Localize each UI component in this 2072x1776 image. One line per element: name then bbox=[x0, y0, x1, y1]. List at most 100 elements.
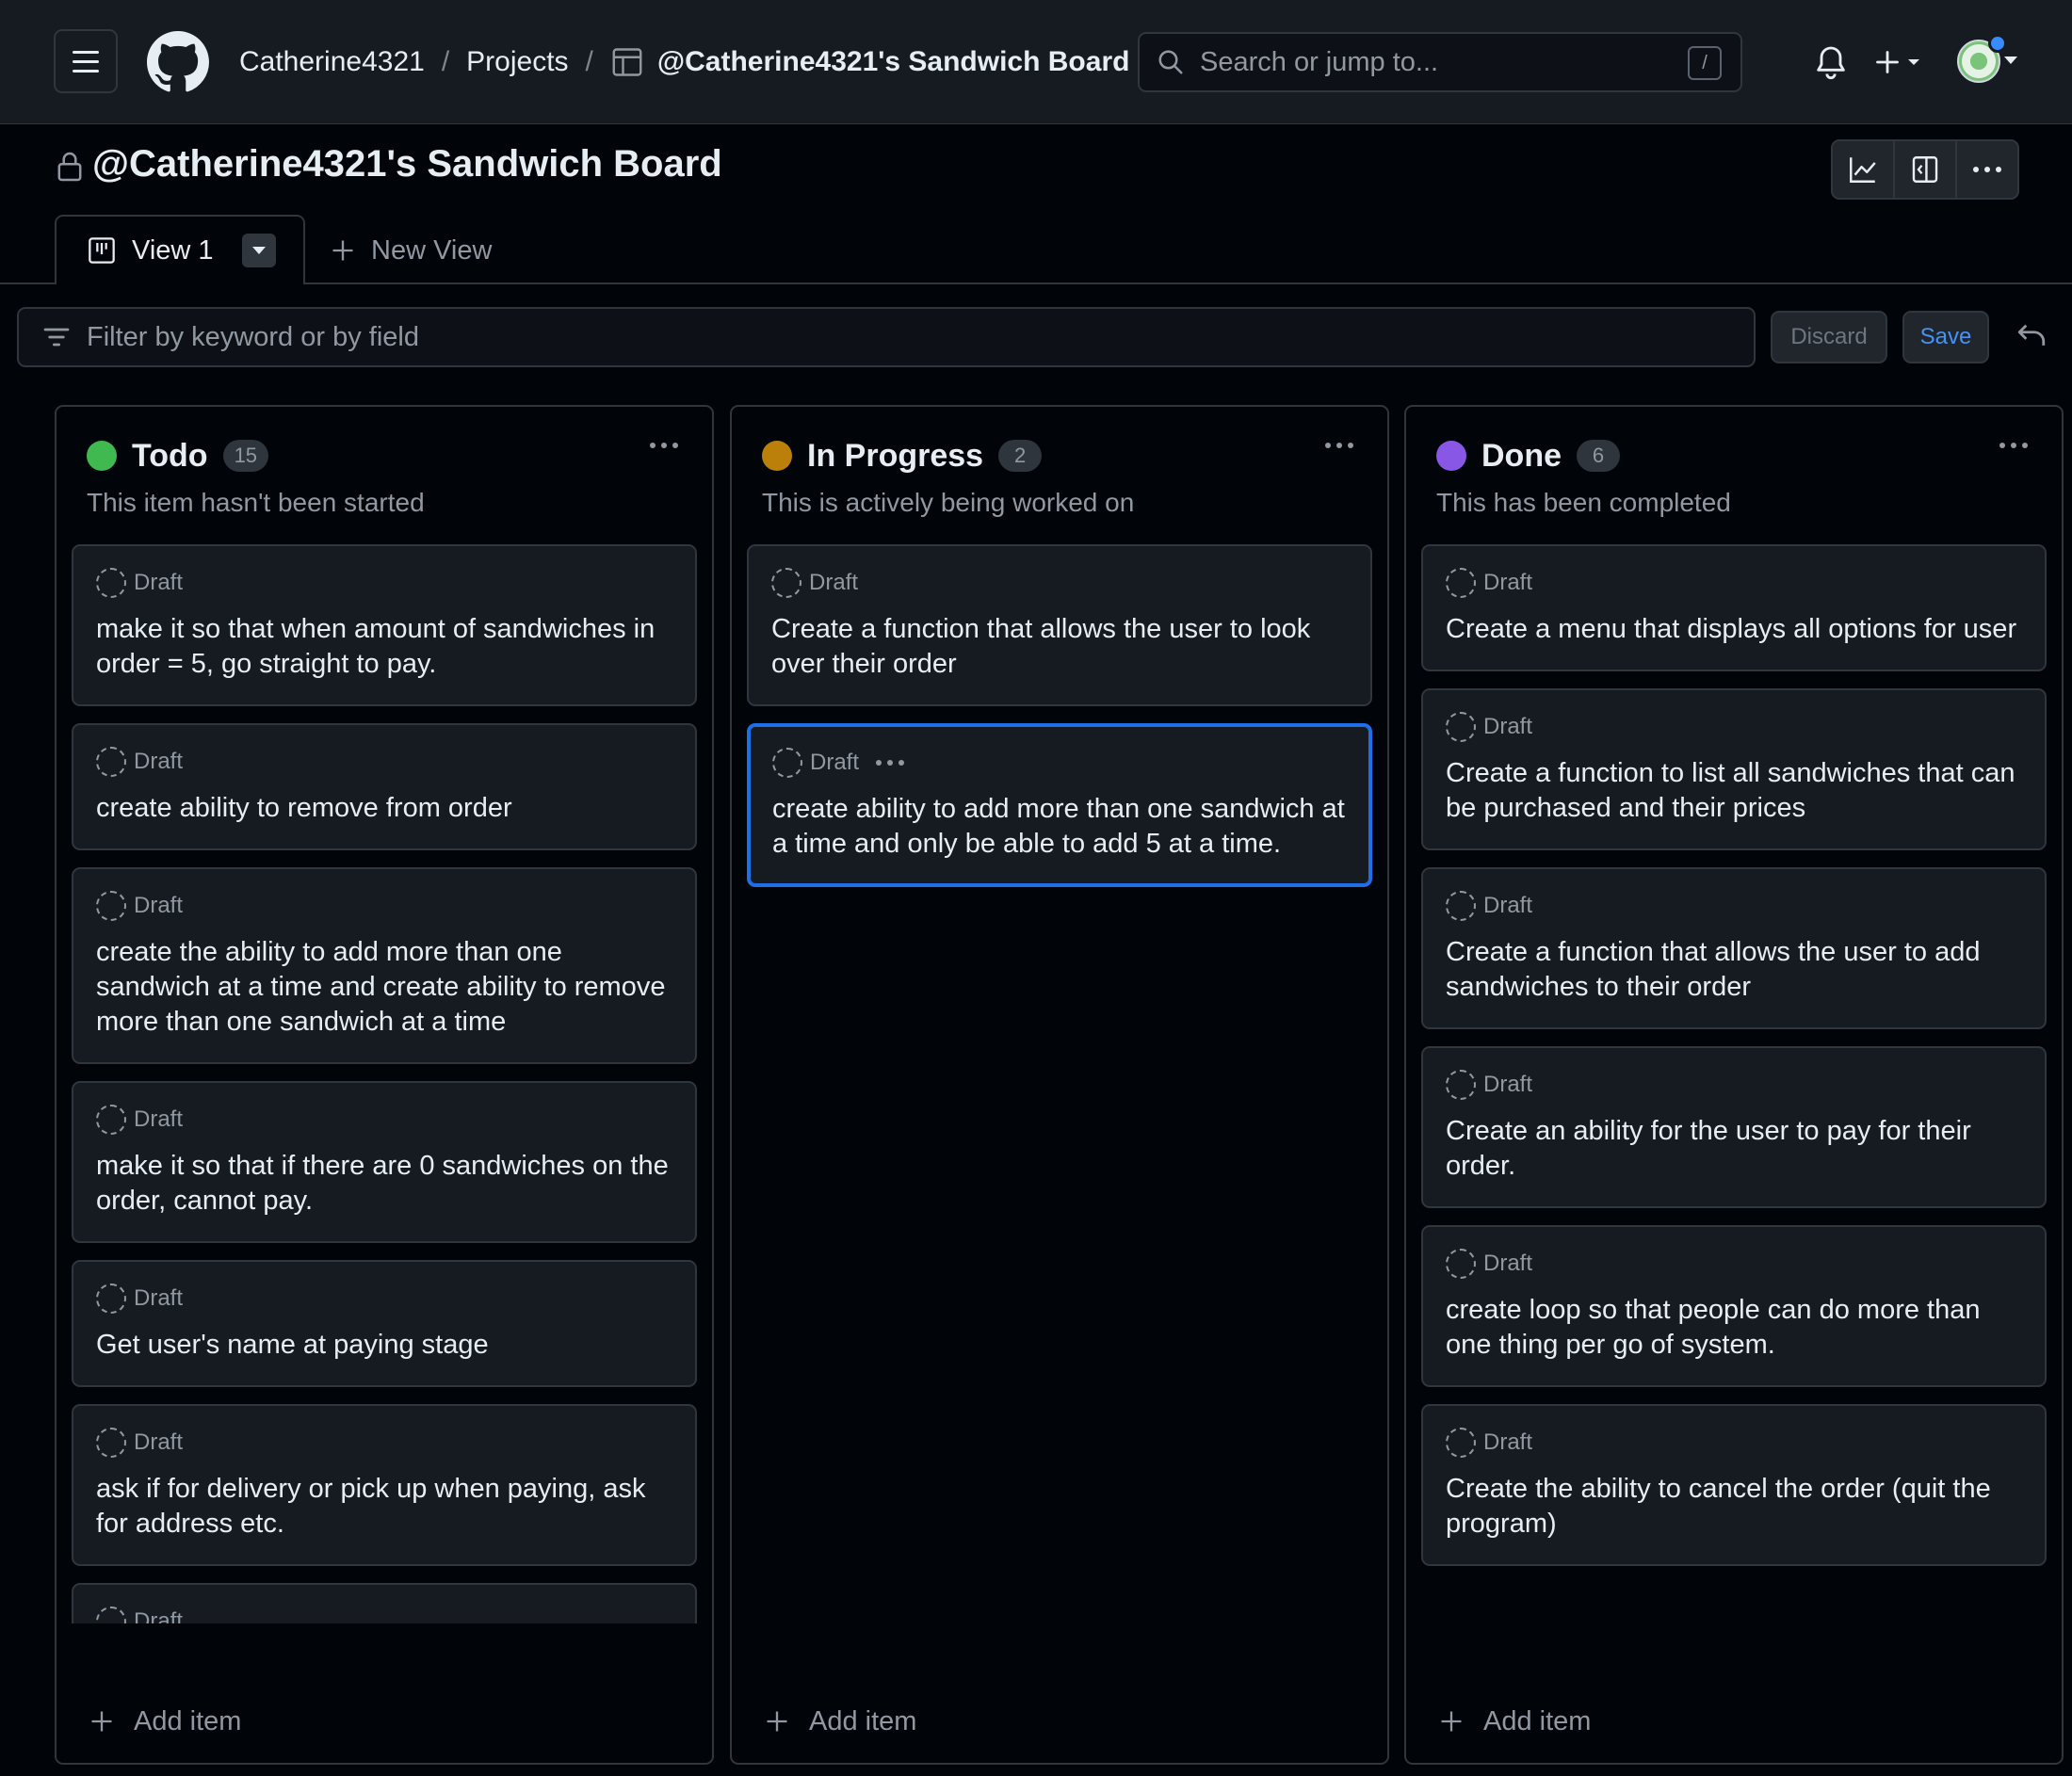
breadcrumb-owner[interactable]: Catherine4321 bbox=[239, 46, 425, 78]
draft-card[interactable]: Draft Create a function that allows the u… bbox=[1421, 867, 2047, 1029]
card-more-button[interactable] bbox=[876, 760, 905, 766]
column-description: This is actively being worked on bbox=[762, 488, 1135, 517]
draft-card[interactable]: Draft create ability to add more than one… bbox=[747, 723, 1372, 887]
card-meta: Draft bbox=[1446, 711, 2022, 743]
breadcrumb-board[interactable]: @Catherine4321's Sandwich Board bbox=[657, 46, 1130, 78]
card-meta: Draft bbox=[96, 1104, 672, 1136]
plus-icon bbox=[767, 1711, 787, 1732]
draft-circle-icon bbox=[772, 748, 802, 778]
tab-view-1[interactable]: View 1 bbox=[55, 215, 305, 284]
kebab-icon-dot bbox=[650, 443, 656, 448]
card-title[interactable]: ask if for delivery or pick up when payi… bbox=[96, 1472, 672, 1542]
column-header: Done 6 bbox=[1436, 435, 1620, 476]
search-icon bbox=[1158, 50, 1183, 74]
new-view-button[interactable]: New View bbox=[330, 230, 492, 271]
card-title[interactable]: create ability to add more than one sand… bbox=[772, 792, 1347, 862]
kebab-icon-dot bbox=[887, 760, 894, 766]
undo-icon[interactable] bbox=[2015, 320, 2048, 352]
project-actions bbox=[1831, 139, 2019, 200]
insights-button[interactable] bbox=[1833, 141, 1895, 198]
draft-card[interactable]: Draft Get user's name at paying stage bbox=[72, 1260, 697, 1387]
tabs-divider bbox=[0, 283, 2072, 284]
add-item-label: Add item bbox=[1483, 1705, 1592, 1736]
card-title[interactable]: Create the ability to cancel the order (… bbox=[1446, 1472, 2022, 1542]
column-more-button[interactable] bbox=[1999, 443, 2028, 448]
card-title[interactable]: make it so that when amount of sandwiche… bbox=[96, 612, 672, 682]
chevron-down-icon bbox=[251, 247, 266, 254]
draft-label: Draft bbox=[1483, 714, 1533, 739]
column-title: Todo bbox=[132, 437, 208, 474]
hamburger-icon-line bbox=[73, 69, 99, 73]
kebab-icon-dot bbox=[898, 760, 905, 766]
draft-card[interactable]: Draft create ability to remove from order bbox=[72, 723, 697, 850]
plus-icon bbox=[332, 240, 353, 261]
add-item-button[interactable]: Add item bbox=[1438, 1701, 1591, 1742]
card-title[interactable]: create ability to remove from order bbox=[96, 791, 672, 826]
card-meta: Draft bbox=[771, 567, 1348, 599]
create-new-button[interactable] bbox=[1874, 41, 1921, 83]
sidebar-icon bbox=[1912, 156, 1938, 183]
draft-circle-icon bbox=[771, 568, 801, 598]
draft-label: Draft bbox=[1483, 570, 1533, 595]
draft-label: Draft bbox=[134, 1285, 184, 1311]
draft-card[interactable]: Draft create loop so that people can do m… bbox=[1421, 1225, 2047, 1387]
kebab-icon-dot bbox=[1336, 443, 1342, 448]
column-title: In Progress bbox=[807, 437, 984, 474]
avatar-chevron-down-icon[interactable] bbox=[2004, 57, 2017, 64]
hamburger-menu-button[interactable] bbox=[54, 29, 118, 93]
card-title[interactable]: Create a function to list all sandwiches… bbox=[1446, 756, 2022, 826]
column-more-button[interactable] bbox=[650, 443, 678, 448]
draft-label: Draft bbox=[134, 893, 184, 918]
draft-card[interactable]: Draft Create a function to list all sandw… bbox=[1421, 688, 2047, 850]
board-column-in-progress: In Progress 2 This is actively being worke… bbox=[730, 405, 1389, 1765]
draft-circle-icon bbox=[96, 747, 126, 777]
github-logo-icon[interactable] bbox=[147, 31, 209, 93]
draft-card[interactable]: Draft ask if for delivery or pick up when… bbox=[72, 1404, 697, 1566]
card-title[interactable]: create the ability to add more than one … bbox=[96, 935, 672, 1040]
project-more-button[interactable] bbox=[1957, 141, 2017, 198]
discard-button[interactable]: Discard bbox=[1771, 311, 1887, 363]
board-column-todo: Todo 15 This item hasn't been started Draft… bbox=[55, 405, 714, 1765]
draft-label: Draft bbox=[810, 750, 860, 775]
card-title[interactable]: Create a function that allows the user t… bbox=[771, 612, 1348, 682]
card-title[interactable]: Get user's name at paying stage bbox=[96, 1328, 672, 1363]
column-more-button[interactable] bbox=[1325, 443, 1353, 448]
breadcrumb-projects[interactable]: Projects bbox=[466, 46, 568, 78]
view-options-dropdown[interactable] bbox=[241, 234, 276, 267]
add-item-button[interactable]: Add item bbox=[89, 1701, 241, 1742]
search-input[interactable]: Search or jump to... / bbox=[1138, 32, 1742, 92]
draft-label: Draft bbox=[134, 1429, 184, 1455]
bell-icon[interactable] bbox=[1812, 41, 1850, 83]
lock-icon bbox=[57, 152, 82, 182]
draft-card[interactable]: Draft Create a menu that displays all opt… bbox=[1421, 544, 2047, 671]
draft-card[interactable]: Draft Create a function that allows the u… bbox=[747, 544, 1372, 706]
chevron-down-icon bbox=[1908, 59, 1919, 65]
card-meta: Draft bbox=[1446, 1427, 2022, 1459]
draft-card[interactable]: Draft Create the ability to cancel the or… bbox=[1421, 1404, 2047, 1566]
draft-circle-icon bbox=[1446, 891, 1476, 921]
card-meta: Draft bbox=[1446, 1248, 2022, 1280]
card-title[interactable]: Create an ability for the user to pay fo… bbox=[1446, 1114, 2022, 1184]
side-panel-button[interactable] bbox=[1895, 141, 1957, 198]
card-title[interactable]: Create a menu that displays all options … bbox=[1446, 612, 2022, 647]
draft-card[interactable]: Draft make it so that when amount of sand… bbox=[72, 544, 697, 706]
filter-input[interactable]: Filter by keyword or by field bbox=[17, 307, 1756, 367]
hamburger-icon-line bbox=[73, 50, 99, 54]
draft-card[interactable]: Draft create the ability to add more than… bbox=[72, 867, 697, 1064]
card-title[interactable]: create loop so that people can do more t… bbox=[1446, 1293, 2022, 1363]
add-item-button[interactable]: Add item bbox=[764, 1701, 916, 1742]
graph-icon bbox=[1850, 157, 1876, 183]
kebab-icon-dot bbox=[2011, 443, 2016, 448]
card-title[interactable]: Create a function that allows the user t… bbox=[1446, 935, 2022, 1005]
draft-card[interactable]: Draftsprint 1, 2, 3 and 4 details bbox=[72, 1583, 697, 1623]
draft-card[interactable]: Draft make it so that if there are 0 sand… bbox=[72, 1081, 697, 1243]
card-title[interactable]: make it so that if there are 0 sandwiche… bbox=[96, 1149, 672, 1219]
draft-card[interactable]: Draft Create an ability for the user to p… bbox=[1421, 1046, 2047, 1208]
draft-label: Draft bbox=[134, 570, 184, 595]
card-meta: Draft bbox=[96, 890, 672, 922]
kebab-icon-dot bbox=[661, 443, 667, 448]
table-icon bbox=[612, 48, 642, 76]
status-color-dot bbox=[87, 441, 117, 471]
kebab-icon-dot bbox=[1999, 443, 2005, 448]
save-button[interactable]: Save bbox=[1902, 311, 1989, 363]
